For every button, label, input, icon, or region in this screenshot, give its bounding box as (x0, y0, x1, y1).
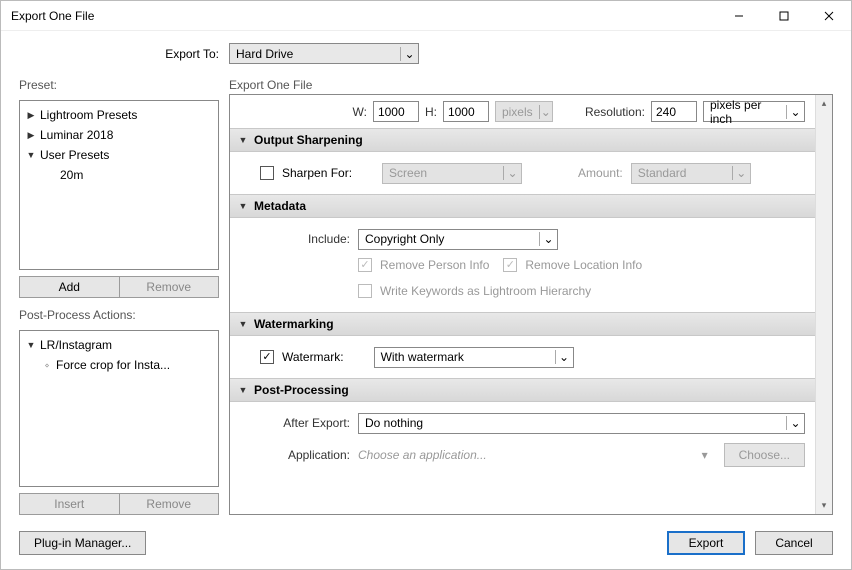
choose-app-button[interactable]: Choose... (724, 443, 805, 467)
section-metadata[interactable]: ▼Metadata (230, 194, 815, 218)
width-label: W: (353, 105, 367, 119)
resolution-unit-dropdown[interactable]: pixels per inch⌄ (703, 101, 805, 122)
section-post-processing[interactable]: ▼Post-Processing (230, 378, 815, 402)
height-label: H: (425, 105, 437, 119)
chevron-down-icon: ⌄ (539, 232, 557, 246)
chevron-down-icon: ⌄ (539, 105, 552, 119)
bullet-icon: ⋄ (42, 361, 52, 370)
maximize-button[interactable] (761, 1, 806, 31)
application-placeholder: Choose an application... (358, 448, 694, 462)
export-dialog: Export One File Export To: Hard Drive ⌄ … (0, 0, 852, 570)
remove-location-info-label: Remove Location Info (525, 258, 642, 272)
remove-person-info-label: Remove Person Info (380, 258, 489, 272)
triangle-down-icon: ▼ (238, 135, 248, 145)
minimize-button[interactable] (716, 1, 761, 31)
settings-panel: W: 1000 H: 1000 pixels⌄ Resolution: 240 … (230, 95, 815, 514)
chevron-down-icon[interactable]: ▾ (702, 448, 708, 462)
width-input[interactable]: 1000 (373, 101, 419, 122)
remove-person-info-checkbox (358, 258, 372, 272)
preset-item-20m[interactable]: 20m (20, 165, 218, 185)
section-watermarking[interactable]: ▼Watermarking (230, 312, 815, 336)
height-input[interactable]: 1000 (443, 101, 489, 122)
close-button[interactable] (806, 1, 851, 31)
resolution-label: Resolution: (585, 105, 645, 119)
metadata-include-dropdown[interactable]: Copyright Only⌄ (358, 229, 558, 250)
triangle-down-icon: ▼ (238, 201, 248, 211)
metadata-include-label: Include: (240, 232, 350, 246)
triangle-down-icon: ▼ (26, 340, 36, 350)
size-unit-dropdown[interactable]: pixels⌄ (495, 101, 553, 122)
watermark-checkbox[interactable] (260, 350, 274, 364)
cancel-button[interactable]: Cancel (755, 531, 833, 555)
post-process-actions-label: Post-Process Actions: (19, 308, 219, 322)
section-output-sharpening[interactable]: ▼Output Sharpening (230, 128, 815, 152)
write-keywords-label: Write Keywords as Lightroom Hierarchy (380, 284, 591, 298)
sharpen-amount-dropdown[interactable]: Standard⌄ (631, 163, 751, 184)
ppa-remove-button[interactable]: Remove (120, 493, 220, 515)
chevron-down-icon: ⌄ (786, 416, 804, 430)
export-to-dropdown[interactable]: Hard Drive ⌄ (229, 43, 419, 64)
title-bar: Export One File (1, 1, 851, 31)
preset-list[interactable]: ▶Lightroom Presets ▶Luminar 2018 ▼User P… (19, 100, 219, 270)
triangle-right-icon: ▶ (26, 110, 36, 121)
after-export-label: After Export: (240, 416, 350, 430)
preset-item-lightroom[interactable]: ▶Lightroom Presets (20, 105, 218, 125)
chevron-down-icon: ⌄ (732, 166, 750, 180)
sharpen-amount-label: Amount: (578, 166, 623, 180)
sharpen-target-dropdown[interactable]: Screen⌄ (382, 163, 522, 184)
settings-scrollbar[interactable]: ▴ ▾ (815, 95, 832, 514)
ppa-insert-button[interactable]: Insert (19, 493, 120, 515)
application-label: Application: (240, 448, 350, 462)
preset-remove-button[interactable]: Remove (120, 276, 220, 298)
triangle-down-icon: ▼ (26, 150, 36, 160)
watermark-dropdown[interactable]: With watermark⌄ (374, 347, 574, 368)
preset-label: Preset: (19, 78, 219, 92)
chevron-down-icon: ⌄ (555, 350, 573, 364)
window-title: Export One File (11, 9, 716, 23)
settings-title: Export One File (229, 78, 833, 92)
sharpen-for-label: Sharpen For: (282, 166, 352, 180)
ppa-item-force-crop[interactable]: ⋄Force crop for Insta... (20, 355, 218, 375)
export-button[interactable]: Export (667, 531, 745, 555)
resolution-input[interactable]: 240 (651, 101, 697, 122)
export-to-label: Export To: (19, 47, 219, 61)
after-export-dropdown[interactable]: Do nothing⌄ (358, 413, 805, 434)
plugin-manager-button[interactable]: Plug-in Manager... (19, 531, 146, 555)
preset-item-luminar[interactable]: ▶Luminar 2018 (20, 125, 218, 145)
sharpen-for-checkbox[interactable] (260, 166, 274, 180)
triangle-down-icon: ▼ (238, 319, 248, 329)
chevron-down-icon: ⌄ (786, 105, 804, 119)
ppa-item-lr-instagram[interactable]: ▼LR/Instagram (20, 335, 218, 355)
remove-location-info-checkbox (503, 258, 517, 272)
chevron-down-icon: ⌄ (400, 47, 418, 61)
preset-add-button[interactable]: Add (19, 276, 120, 298)
write-keywords-checkbox (358, 284, 372, 298)
preset-item-user[interactable]: ▼User Presets (20, 145, 218, 165)
post-process-actions-list[interactable]: ▼LR/Instagram ⋄Force crop for Insta... (19, 330, 219, 487)
triangle-right-icon: ▶ (26, 130, 36, 141)
triangle-down-icon: ▼ (238, 385, 248, 395)
scroll-down-icon[interactable]: ▾ (816, 497, 832, 514)
watermark-label: Watermark: (282, 350, 344, 364)
chevron-down-icon: ⌄ (503, 166, 521, 180)
scroll-up-icon[interactable]: ▴ (816, 95, 832, 112)
